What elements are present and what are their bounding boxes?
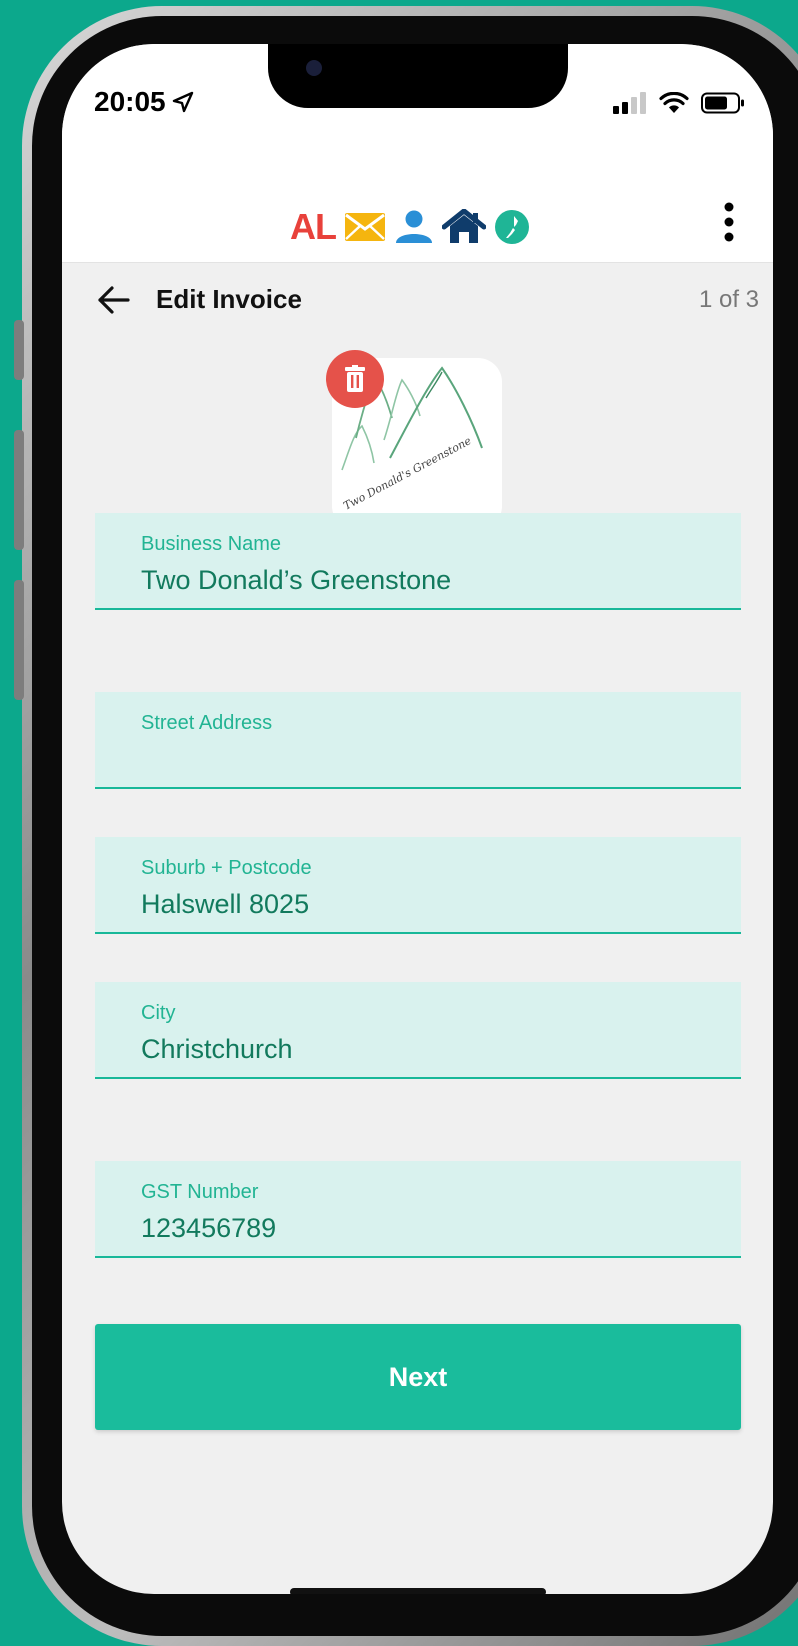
arrow-left-icon[interactable]	[94, 280, 134, 320]
more-vertical-icon[interactable]	[719, 202, 739, 242]
page-title: Edit Invoice	[156, 284, 302, 314]
suburb-postcode-input[interactable]: Halswell 8025	[141, 889, 309, 920]
nz-map-icon[interactable]	[494, 209, 530, 245]
street-address-label: Street Address	[141, 712, 273, 734]
location-arrow-icon	[172, 91, 193, 113]
street-address-field[interactable]: Street Address	[95, 692, 741, 789]
gst-number-label: GST Number	[141, 1181, 259, 1203]
gst-number-input[interactable]: 123456789	[141, 1213, 276, 1244]
suburb-postcode-label: Suburb + Postcode	[141, 857, 312, 879]
wifi-icon	[659, 92, 689, 113]
app-logo-row: AL	[290, 206, 530, 248]
envelope-icon[interactable]	[344, 212, 386, 242]
delete-logo-button[interactable]	[326, 350, 384, 408]
battery-icon	[701, 92, 744, 114]
camera-notch	[268, 44, 568, 108]
business-name-input[interactable]: Two Donald’s Greenstone	[141, 565, 451, 596]
status-time: 20:05	[94, 86, 194, 118]
next-button[interactable]: Next	[95, 1324, 741, 1430]
volume-down-button	[14, 580, 24, 700]
phone-screen: 20:05 AL Edit Invoice 1 of 3 Two Donald'…	[62, 44, 773, 1594]
gst-number-field[interactable]: GST Number 123456789	[95, 1161, 741, 1258]
mute-switch	[14, 320, 24, 380]
signal-icon	[613, 92, 646, 114]
suburb-postcode-field[interactable]: Suburb + Postcode Halswell 8025	[95, 837, 741, 934]
svg-text:Two Donald's Greenstone: Two Donald's Greenstone	[341, 434, 474, 513]
home-indicator	[290, 1588, 546, 1594]
city-input[interactable]: Christchurch	[141, 1034, 293, 1065]
business-name-field[interactable]: Business Name Two Donald’s Greenstone	[95, 513, 741, 610]
app-logo-text: AL	[290, 206, 337, 247]
city-label: City	[141, 1002, 176, 1024]
app-header: AL	[62, 184, 773, 263]
business-name-label: Business Name	[141, 533, 282, 555]
step-counter: 1 of 3	[698, 286, 759, 313]
city-field[interactable]: City Christchurch	[95, 982, 741, 1079]
status-bar: 20:05	[62, 44, 773, 184]
status-icons	[613, 92, 745, 114]
volume-up-button	[14, 430, 24, 550]
trash-icon	[345, 365, 365, 392]
home-icon[interactable]	[442, 209, 486, 245]
person-icon[interactable]	[394, 210, 434, 244]
page-header: Edit Invoice 1 of 3	[62, 262, 773, 342]
